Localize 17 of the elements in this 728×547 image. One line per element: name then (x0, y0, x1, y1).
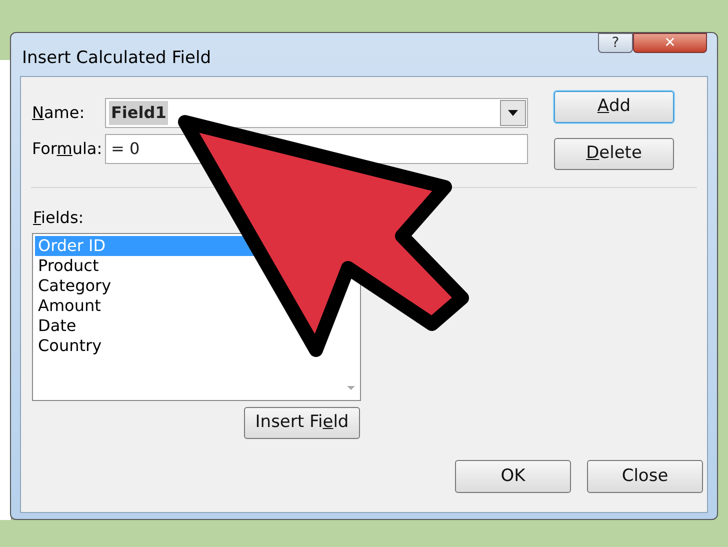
name-combobox[interactable]: Field1 (105, 98, 528, 128)
insert-field-button[interactable]: Insert Field (244, 407, 360, 439)
formula-value: = 0 (111, 138, 140, 160)
dropdown-icon[interactable] (500, 100, 526, 126)
field-list-item[interactable]: Country (35, 336, 342, 356)
dialog-button[interactable]: Close (587, 460, 703, 493)
dialog-button[interactable]: OK (455, 460, 571, 493)
name-value: Field1 (109, 101, 168, 125)
dialog-button[interactable]: Delete (554, 138, 674, 170)
window-title: Insert Calculated Field (22, 47, 211, 70)
dialog-button[interactable]: Add (554, 91, 674, 123)
field-list-item[interactable]: Amount (35, 296, 342, 316)
help-button[interactable]: ? (598, 33, 633, 53)
formula-label: Formula: (31, 138, 104, 160)
name-label: Name: (31, 102, 86, 124)
fields-label: Fields: (33, 207, 85, 229)
field-list-item[interactable]: Date (35, 316, 342, 336)
